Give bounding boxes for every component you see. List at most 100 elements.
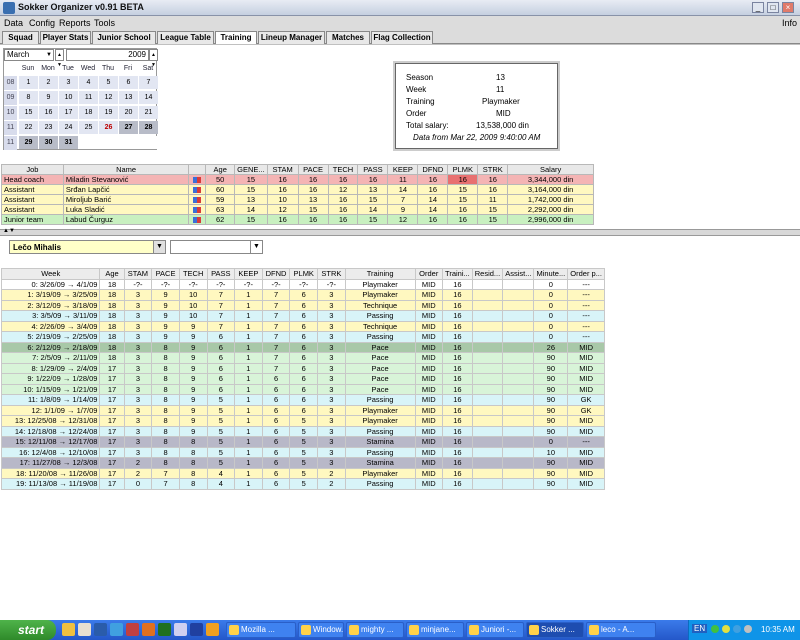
calendar-day[interactable]: 13: [119, 91, 138, 104]
column-header[interactable]: Order p...: [567, 268, 605, 280]
calendar-day[interactable]: 21: [139, 106, 158, 119]
training-row[interactable]: 5: 2/19/09 → 2/25/09 18 3 9 9 6 1 7 6 3 Passing MID…: [0, 331, 605, 343]
tab-flag-collection[interactable]: Flag Collection: [371, 31, 433, 44]
column-header[interactable]: DFND: [261, 268, 291, 280]
quicklaunch-icon[interactable]: [158, 623, 171, 636]
year-field[interactable]: 2009: [66, 49, 149, 61]
close-button[interactable]: ×: [782, 2, 794, 13]
calendar-day[interactable]: 27: [119, 121, 138, 134]
column-header[interactable]: PASS: [357, 164, 389, 175]
calendar-day[interactable]: 16: [39, 106, 58, 119]
staff-row[interactable]: Junior team Labud Čurguz 62 15 16 16 16 15 12 16 1…: [1, 214, 594, 225]
column-header[interactable]: Assist...: [502, 268, 535, 280]
quicklaunch-icon[interactable]: [190, 623, 203, 636]
calendar-day[interactable]: 10: [59, 91, 78, 104]
speaker-icon[interactable]: [744, 625, 752, 633]
calendar-day[interactable]: 1: [19, 76, 38, 89]
column-header[interactable]: DFND: [417, 164, 449, 175]
tab-junior-school[interactable]: Junior School: [92, 31, 156, 44]
staff-row[interactable]: Head coach Miladin Stevanović 50 15 16 16 16 16…: [1, 174, 594, 185]
column-header[interactable]: Minute...: [533, 268, 569, 280]
calendar-day[interactable]: 19: [99, 106, 118, 119]
split-divider[interactable]: ▲▼: [0, 228, 800, 236]
quicklaunch-icon[interactable]: [110, 623, 123, 636]
column-header[interactable]: Age: [205, 164, 236, 175]
calendar-day[interactable]: 7: [139, 76, 158, 89]
taskbar-item[interactable]: Window...: [298, 622, 344, 638]
calendar-day[interactable]: 30: [39, 136, 58, 149]
calendar-day[interactable]: 25: [79, 121, 98, 134]
calendar-day[interactable]: 12: [99, 91, 118, 104]
training-row[interactable]: 10: 1/15/09 → 1/21/09 17 3 8 9 6 1 6 6 3 Pace MID 16…: [0, 383, 605, 395]
tab-league-table[interactable]: League Table: [157, 31, 214, 44]
collapse-arrows-icon[interactable]: ▲▼: [3, 228, 15, 234]
column-header[interactable]: PACE: [151, 268, 180, 280]
training-row[interactable]: 0: 3/26/09 → 4/1/09 18 -?- -?- -?- -?- -?- -?- -…: [0, 278, 605, 290]
training-row[interactable]: 15: 12/11/08 → 12/17/08 17 3 8 8 5 1 6 5 3 Stamina…: [0, 436, 605, 448]
training-row[interactable]: 1: 3/19/09 → 3/25/09 18 3 9 10 7 1 7 6 3 Playmaker…: [0, 289, 605, 301]
training-row[interactable]: 6: 2/12/09 → 2/18/09 18 3 8 9 6 1 7 6 3 Pace MID 16 2…: [0, 341, 605, 353]
column-header[interactable]: GENE...: [234, 164, 268, 175]
column-header[interactable]: Job: [1, 164, 64, 175]
training-row[interactable]: 2: 3/12/09 → 3/18/09 18 3 9 10 7 1 7 6 3 Technique…: [0, 299, 605, 311]
taskbar-item[interactable]: minjane...: [406, 622, 464, 638]
calendar-day[interactable]: 29: [19, 136, 38, 149]
column-header[interactable]: STRK: [477, 164, 509, 175]
training-row[interactable]: 17: 11/27/08 → 12/3/08 17 2 8 8 5 1 6 5 3 Stamina M…: [0, 457, 605, 469]
tab-training[interactable]: Training: [215, 31, 257, 44]
column-header[interactable]: [188, 164, 207, 175]
minimize-button[interactable]: _: [752, 2, 764, 13]
month-spinner[interactable]: ▲ ▼: [55, 49, 64, 68]
column-header[interactable]: Name: [62, 164, 190, 175]
tray-icon[interactable]: [733, 625, 741, 633]
calendar-day[interactable]: 3: [59, 76, 78, 89]
training-row[interactable]: 8: 1/29/09 → 2/4/09 17 3 8 9 6 1 7 6 3 Pace MID 16 90…: [0, 362, 605, 374]
quicklaunch-icon[interactable]: [174, 623, 187, 636]
staff-row[interactable]: Assistant Miroljub Barić 59 13 10 13 16 15 7 14 15…: [1, 194, 594, 205]
training-row[interactable]: 16: 12/4/08 → 12/10/08 17 3 8 8 5 1 6 5 3 Passing M…: [0, 446, 605, 458]
taskbar-item[interactable]: Sokker ...: [526, 622, 584, 638]
player-dropdown[interactable]: Lečo Mihalis ▼: [9, 240, 166, 254]
column-header[interactable]: TECH: [327, 164, 359, 175]
month-select[interactable]: March ▼: [4, 49, 54, 61]
taskbar-item[interactable]: mighty ...: [346, 622, 404, 638]
menu-config[interactable]: Config: [29, 18, 55, 28]
language-indicator[interactable]: EN: [692, 624, 708, 633]
calendar-day[interactable]: 20: [119, 106, 138, 119]
year-spinner[interactable]: ▲ ▼: [149, 49, 158, 68]
calendar-day[interactable]: 17: [59, 106, 78, 119]
column-header[interactable]: PLMK: [289, 268, 319, 280]
column-header[interactable]: STAM: [266, 164, 299, 175]
training-row[interactable]: 13: 12/25/08 → 12/31/08 17 3 8 9 5 1 6 5 3 Playmak…: [0, 415, 605, 427]
column-header[interactable]: KEEP: [234, 268, 263, 280]
quicklaunch-icon[interactable]: [206, 623, 219, 636]
calendar-day[interactable]: 2: [39, 76, 58, 89]
menu-data[interactable]: Data: [4, 18, 23, 28]
calendar-day[interactable]: 24: [59, 121, 78, 134]
calendar-day[interactable]: 5: [99, 76, 118, 89]
calendar-day[interactable]: 18: [79, 106, 98, 119]
calendar-day[interactable]: 11: [79, 91, 98, 104]
calendar-day[interactable]: 26: [99, 121, 118, 134]
column-header[interactable]: Age: [99, 268, 125, 280]
column-header[interactable]: Training: [344, 268, 416, 280]
start-button[interactable]: start: [0, 620, 56, 640]
tab-squad[interactable]: Squad: [2, 31, 39, 44]
column-header[interactable]: PLMK: [447, 164, 479, 175]
calendar-day[interactable]: 8: [19, 91, 38, 104]
column-header[interactable]: Order: [414, 268, 444, 280]
training-row[interactable]: 19: 11/13/08 → 11/19/08 17 0 7 8 4 1 6 5 2 Passing…: [0, 478, 605, 490]
calendar-day[interactable]: 31: [59, 136, 78, 149]
calendar-day[interactable]: 9: [39, 91, 58, 104]
column-header[interactable]: Resid...: [471, 268, 504, 280]
calendar-day[interactable]: 6: [119, 76, 138, 89]
calendar-day[interactable]: 28: [139, 121, 158, 134]
menu-tools[interactable]: Tools: [94, 18, 115, 28]
tray-icon[interactable]: [722, 625, 730, 633]
tab-player-stats[interactable]: Player Stats: [40, 31, 91, 44]
training-row[interactable]: 11: 1/8/09 → 1/14/09 17 3 8 9 5 1 6 6 3 Passing MID…: [0, 394, 605, 406]
maximize-button[interactable]: □: [767, 2, 779, 13]
quicklaunch-icon[interactable]: [126, 623, 139, 636]
column-header[interactable]: PASS: [206, 268, 236, 280]
taskbar-item[interactable]: Juniori -...: [466, 622, 524, 638]
